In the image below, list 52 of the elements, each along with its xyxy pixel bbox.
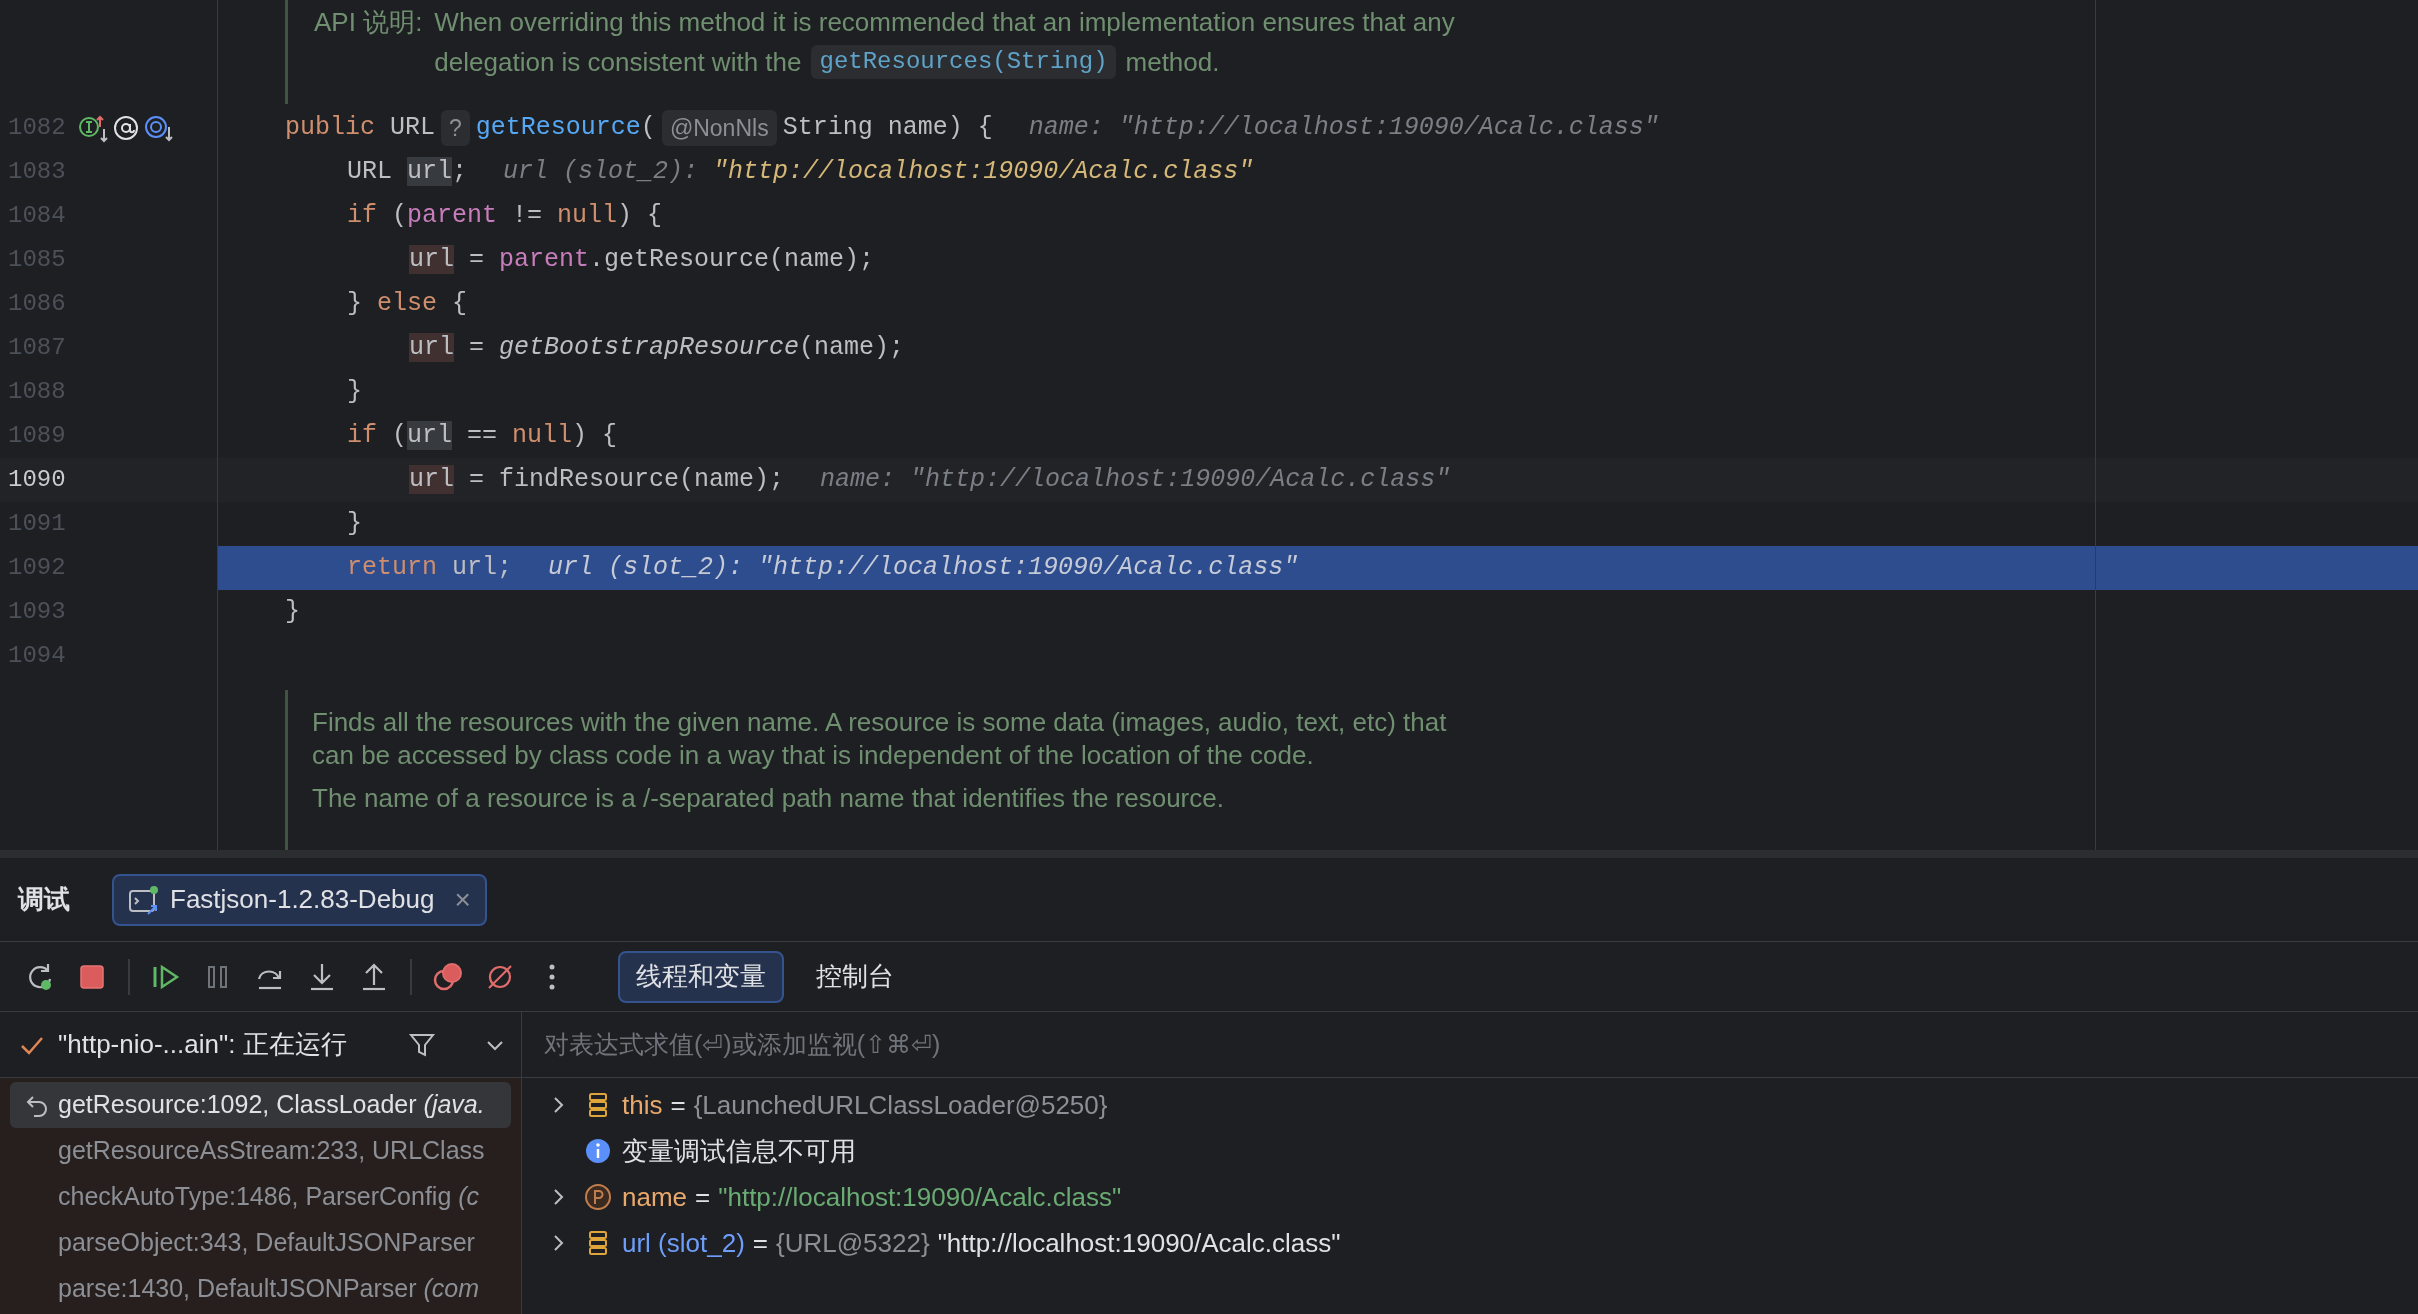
close-tab-button[interactable]: × (454, 878, 471, 921)
stack-frame[interactable]: parse:1430, DefaultJSONParser (com (10, 1266, 511, 1312)
stack-frame[interactable]: getResourceAsStream:233, URLClass (10, 1128, 511, 1174)
variable-entry[interactable]: url (slot_2) = {URL@5322} "http://localhost:19090/Acalc.class" (622, 1223, 1341, 1263)
stack-frame[interactable]: checkAutoType:1486, ParserConfig (c (10, 1174, 511, 1220)
doc-label: API 说明: (314, 6, 423, 39)
code-text: } else { (347, 288, 468, 321)
code-text: URL url; (347, 156, 468, 189)
expression-input[interactable]: 对表达式求值(⏎)或添加监视(⇧⌘⏎) (544, 1025, 1944, 1064)
implemented-icon[interactable] (78, 113, 108, 143)
inline-value-hint: name: "http://localhost:19090/Acalc.class" (1028, 112, 1659, 145)
code-reference[interactable]: getResources(String) (811, 45, 1116, 79)
variable-entry[interactable]: name = "http://localhost:19090/Acalc.class" (622, 1177, 1122, 1217)
inline-value-hint: name: "http://localhost:19090/Acalc.class" (820, 464, 1451, 497)
breakpoints-icon[interactable] (432, 960, 464, 993)
view-tab[interactable]: 线程和变量 (618, 950, 784, 1003)
info-icon (584, 1137, 612, 1165)
inline-value-hint: url (slot_2): "http://localhost:19090/Acalc.class" (548, 552, 1299, 585)
code-text: return url; (347, 552, 513, 585)
thread-label[interactable]: "http-nio-...ain": 正在运行 (58, 1025, 347, 1064)
code-text: } (285, 596, 300, 629)
stack-frame[interactable]: parseObject:343, DefaultJSONParser (10, 1220, 511, 1266)
doc-text: method. (1125, 45, 1220, 79)
parameter-hint: ? (441, 110, 470, 146)
info-message: 变量调试信息不可用 (622, 1134, 856, 1168)
session-tab[interactable]: Fastjson-1.2.83-Debug × (112, 873, 487, 926)
doc-text: delegation is consistent with the (434, 45, 802, 79)
variable-entry[interactable]: this = {LaunchedURLClassLoader@5250} (622, 1085, 1108, 1125)
code-text: } (347, 508, 362, 541)
code-text: url = findResource(name); (409, 464, 785, 497)
code-text: if (url == null) { (347, 420, 618, 453)
doc-paragraph: Finds all the resources with the given name. A resource is some data (images, audio, text, etc) that can be accessed by class code in a way that is independent of the location of the code. (312, 706, 1448, 772)
line-number: 1090 (8, 465, 67, 495)
run-config-icon (128, 883, 160, 916)
view-tab[interactable]: 控制台 (798, 950, 912, 1003)
stack-frame[interactable]: getResource:1092, ClassLoader (java. (10, 1082, 511, 1128)
code-text: } (347, 376, 362, 409)
at-sign-icon[interactable] (112, 114, 140, 142)
code-text: if (parent != null) { (347, 200, 663, 233)
doc-paragraph: The name of a resource is a /-separated path name that identifies the resource. (312, 782, 1225, 815)
code-text: getResource( (475, 112, 656, 145)
parameter-hint: @NonNls (661, 110, 777, 146)
inline-value-hint: url (slot_2): "http://localhost:19090/Acalc.class" (503, 156, 1254, 189)
panel-title: 调试 (18, 883, 70, 916)
session-tab-label: Fastjson-1.2.83-Debug (170, 883, 435, 916)
overriding-icon[interactable] (144, 113, 174, 143)
code-text: url = getBootstrapResource(name); (409, 332, 905, 365)
parameter-icon (584, 1183, 612, 1211)
doc-text: When overriding this method it is recommended that an implementation ensures that any (434, 5, 1455, 39)
code-text: public URL (285, 112, 436, 145)
code-text: String name) { (782, 112, 993, 145)
code-text: url = parent.getResource(name); (409, 244, 875, 277)
